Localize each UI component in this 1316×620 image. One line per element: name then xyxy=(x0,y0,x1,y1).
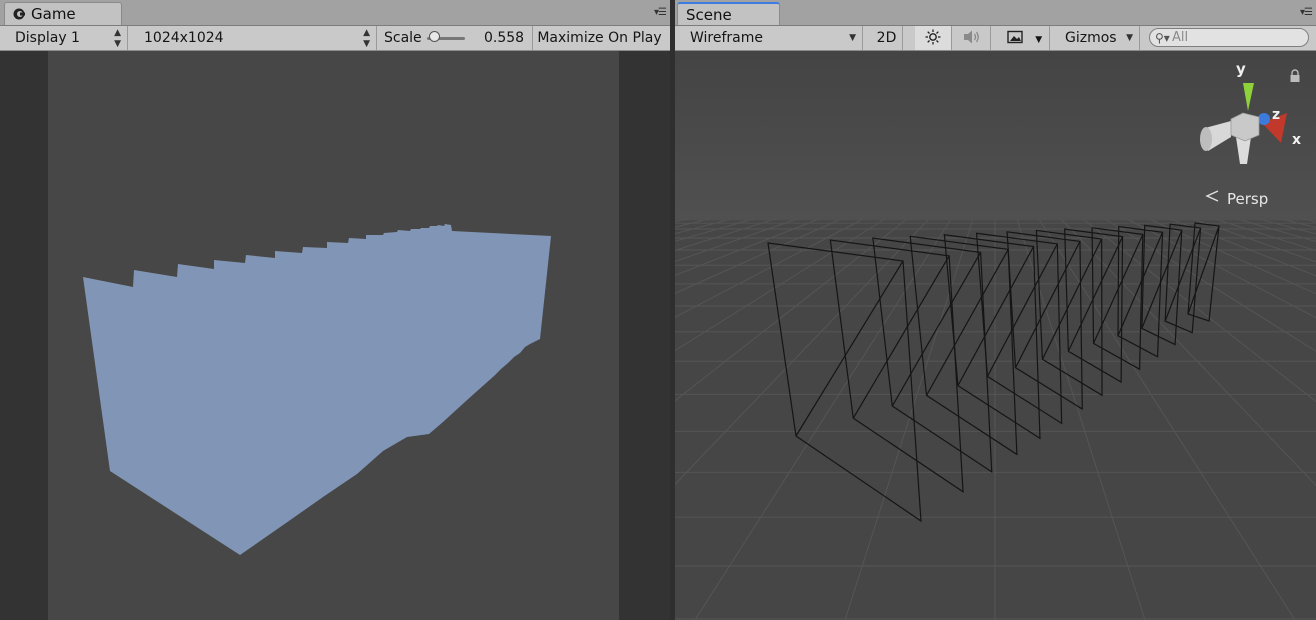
scene-toolbar: Wireframe ▼ 2D ▼ Gizmos ▼ ⚲▾ All xyxy=(675,26,1316,51)
draw-mode-select[interactable]: Wireframe ▼ xyxy=(683,26,863,50)
tab-game-label: Game xyxy=(31,5,76,23)
gizmo-center-cube[interactable] xyxy=(1230,112,1260,142)
display-select-value: Display 1 xyxy=(15,30,80,46)
dropdown-arrow-icon: ▼ xyxy=(1126,33,1133,43)
tab-scene[interactable]: Scene xyxy=(677,2,780,25)
gizmo-neg-x-cap xyxy=(1200,127,1212,151)
game-view[interactable] xyxy=(0,51,670,620)
scene-view[interactable]: y z x Persp xyxy=(675,51,1316,620)
tab-game[interactable]: Game xyxy=(4,2,122,25)
mode-2d-button[interactable]: 2D xyxy=(871,26,903,50)
rendered-quads xyxy=(83,224,551,555)
resolution-select-value: 1024x1024 xyxy=(144,30,224,46)
game-toolbar: Display 1 ▲ ▼ 1024x1024 ▲ ▼ Scale 0.558 Ma… xyxy=(0,26,670,51)
game-panel: Game ▾☰ Display 1 ▲ ▼ 1024x1024 ▲ ▼ Scale … xyxy=(0,0,670,620)
updown-arrows-icon: ▲ ▼ xyxy=(114,28,121,49)
scale-slider-knob[interactable] xyxy=(429,31,440,42)
game-render xyxy=(83,224,551,555)
scale-label: Scale xyxy=(384,30,422,46)
resolution-select[interactable]: 1024x1024 ▲ ▼ xyxy=(137,26,377,50)
scene-audio-toggle[interactable] xyxy=(953,26,991,50)
gizmo-y-label: y xyxy=(1236,60,1246,78)
updown-arrows-icon: ▲ ▼ xyxy=(363,28,370,49)
gizmos-label: Gizmos xyxy=(1065,30,1117,46)
scale-control: Scale 0.558 xyxy=(377,26,533,50)
gizmos-dropdown[interactable]: Gizmos ▼ xyxy=(1058,26,1140,50)
panel-menu-icon[interactable]: ▾☰ xyxy=(1300,7,1313,18)
draw-mode-value: Wireframe xyxy=(690,30,764,46)
unity-game-icon xyxy=(13,8,25,20)
gizmo-z-label: z xyxy=(1272,107,1280,123)
panel-menu-icon[interactable]: ▾☰ xyxy=(654,7,667,18)
dropdown-arrow-icon: ▼ xyxy=(849,33,856,43)
tab-scene-label: Scene xyxy=(686,6,732,24)
effects-icon xyxy=(1007,30,1023,44)
scene-effects-toggle[interactable]: ▼ xyxy=(1000,26,1050,50)
display-select[interactable]: Display 1 ▲ ▼ xyxy=(8,26,128,50)
effects-dropdown-icon: ▼ xyxy=(1035,35,1043,45)
lock-icon[interactable] xyxy=(1289,69,1301,83)
scene-panel: Scene ▾☰ Wireframe ▼ 2D ▼ Gizmos ▼ ⚲▾ Al… xyxy=(675,0,1316,620)
gizmo-z-cone[interactable] xyxy=(1258,113,1270,125)
scene-lighting-toggle[interactable] xyxy=(915,26,952,50)
search-placeholder: All xyxy=(1172,30,1189,45)
audio-icon xyxy=(963,30,979,44)
persp-label[interactable]: Persp xyxy=(1227,190,1268,208)
game-tabbar: Game ▾☰ xyxy=(0,0,670,26)
scene-render: y z x xyxy=(675,51,1316,620)
scene-tabbar: Scene ▾☰ xyxy=(675,0,1316,26)
gizmo-x-label: x xyxy=(1292,132,1301,148)
lighting-icon xyxy=(925,29,941,45)
hierarchy-search-input[interactable]: ⚲▾ All xyxy=(1149,28,1309,47)
maximize-on-play-button[interactable]: Maximize On Play xyxy=(533,26,666,50)
scale-value: 0.558 xyxy=(484,30,525,46)
search-icon: ⚲▾ xyxy=(1155,31,1170,45)
